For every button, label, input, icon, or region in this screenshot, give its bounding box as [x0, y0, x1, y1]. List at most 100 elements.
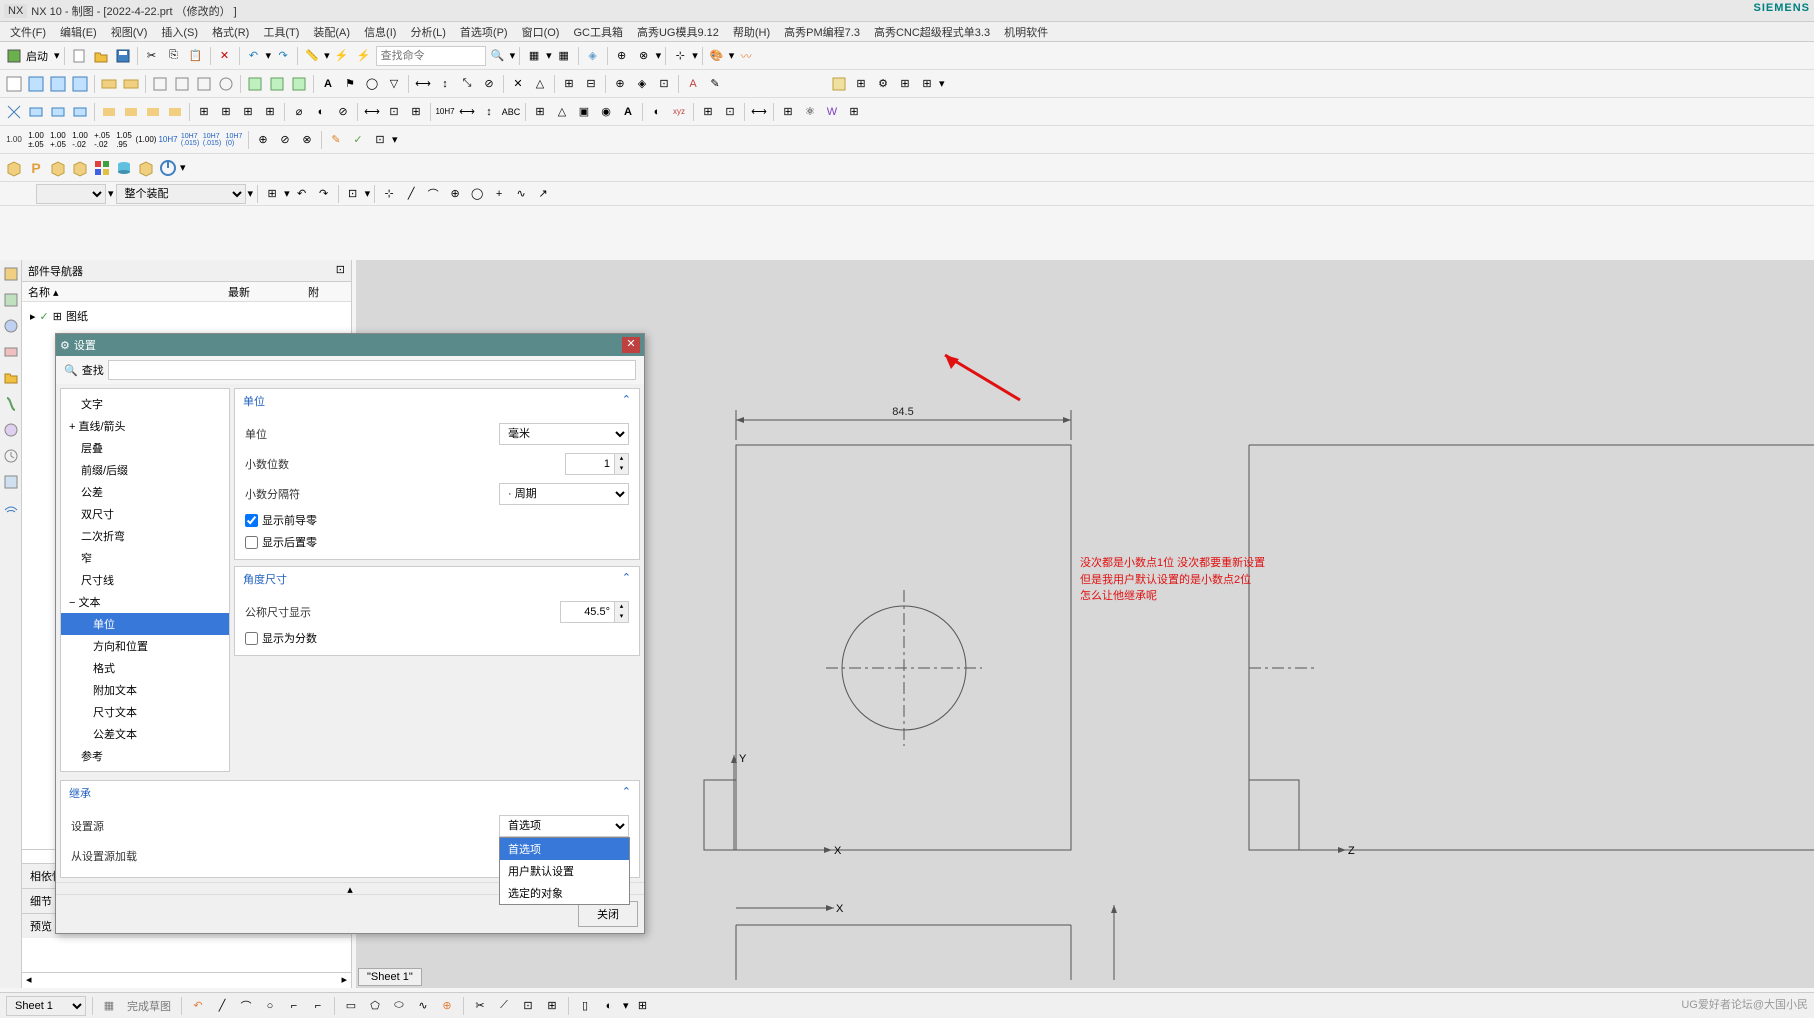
- dialog-titlebar[interactable]: ⚙设置 ✕: [56, 334, 644, 356]
- tree-jog[interactable]: 二次折弯: [61, 525, 229, 547]
- tb5-box-icon[interactable]: [4, 158, 24, 178]
- tb2-icon[interactable]: [70, 74, 90, 94]
- tb3-icon[interactable]: ABC: [501, 102, 521, 122]
- snap-icon[interactable]: ⊕: [612, 46, 632, 66]
- sb-icon[interactable]: ⊡: [518, 996, 538, 1016]
- layer-icon[interactable]: ◈: [583, 46, 603, 66]
- tb3-icon[interactable]: ⟷: [362, 102, 382, 122]
- tb2-icon[interactable]: [245, 74, 265, 94]
- trailzero-check[interactable]: 显示后置零: [245, 531, 629, 553]
- sheet-select[interactable]: Sheet 1: [6, 996, 86, 1016]
- tree-ref[interactable]: 参考: [61, 745, 229, 767]
- fraction-check[interactable]: 显示为分数: [245, 627, 629, 649]
- lightning2-icon[interactable]: ⚡: [354, 46, 374, 66]
- tb3-icon[interactable]: ◐: [311, 102, 331, 122]
- measure-icon[interactable]: 📏: [302, 46, 322, 66]
- tb2-icon[interactable]: ✕: [508, 74, 528, 94]
- dim-icon[interactable]: ⤡: [457, 74, 477, 94]
- tb3-icon[interactable]: [26, 102, 46, 122]
- tree-text[interactable]: 文字: [61, 393, 229, 415]
- grid2-icon[interactable]: ▦: [554, 46, 574, 66]
- tb3-icon[interactable]: ◐: [647, 102, 667, 122]
- tb3-icon[interactable]: ⊞: [260, 102, 280, 122]
- lightning-icon[interactable]: ⚡: [332, 46, 352, 66]
- rail-nav-icon[interactable]: [1, 262, 21, 286]
- dim-icon[interactable]: ⊘: [479, 74, 499, 94]
- spin-up[interactable]: ▴: [615, 602, 628, 612]
- tb2-icon[interactable]: ◈: [632, 74, 652, 94]
- snap2-icon[interactable]: ⊗: [634, 46, 654, 66]
- sb-icon[interactable]: ◐: [599, 996, 619, 1016]
- tree-format[interactable]: 格式: [61, 657, 229, 679]
- tb3-icon[interactable]: [121, 102, 141, 122]
- sb-icon[interactable]: ⬠: [365, 996, 385, 1016]
- tb3-icon[interactable]: ⊡: [720, 102, 740, 122]
- tb2-icon[interactable]: [26, 74, 46, 94]
- menu-preferences[interactable]: 首选项(P): [454, 22, 514, 42]
- rail-icon[interactable]: [1, 392, 21, 416]
- tb3-icon[interactable]: ⟷: [749, 102, 769, 122]
- tb4-tol-icon[interactable]: (1.00): [136, 130, 156, 150]
- tb2-icon[interactable]: ⊞: [895, 74, 915, 94]
- expand-icon[interactable]: ▸: [30, 310, 36, 323]
- wave-icon[interactable]: 〰: [736, 46, 756, 66]
- tb2-icon[interactable]: ⊞: [851, 74, 871, 94]
- open-icon[interactable]: [91, 46, 111, 66]
- tb6-icon[interactable]: ↗: [533, 184, 553, 204]
- leadzero-check[interactable]: 显示前导零: [245, 509, 629, 531]
- tb4-icon[interactable]: ⊡: [370, 130, 390, 150]
- decimal-spinner[interactable]: ▴▾: [565, 453, 629, 475]
- color-icon[interactable]: 🎨: [707, 46, 727, 66]
- tb6-icon[interactable]: ⊞: [262, 184, 282, 204]
- tree-stack[interactable]: 层叠: [61, 437, 229, 459]
- tb3-icon[interactable]: ⊞: [406, 102, 426, 122]
- rail-history-icon[interactable]: [1, 444, 21, 468]
- tree-tolerance[interactable]: 公差: [61, 481, 229, 503]
- menu-assembly[interactable]: 装配(A): [307, 22, 356, 42]
- tb3-icon[interactable]: ⊡: [384, 102, 404, 122]
- sb-icon[interactable]: ╱: [212, 996, 232, 1016]
- sb-icon[interactable]: ⌒: [236, 996, 256, 1016]
- trailzero-checkbox[interactable]: [245, 536, 258, 549]
- fraction-checkbox[interactable]: [245, 632, 258, 645]
- nominal-spinner[interactable]: ▴▾: [560, 601, 629, 623]
- tb6-icon[interactable]: ↷: [314, 184, 334, 204]
- dd-option-userdefault[interactable]: 用户默认设置: [500, 860, 629, 882]
- tb5-power-icon[interactable]: [158, 158, 178, 178]
- menu-tools[interactable]: 工具(T): [257, 22, 305, 42]
- tree-textgroup[interactable]: − 文本: [61, 591, 229, 613]
- tb4-icon[interactable]: ✓: [348, 130, 368, 150]
- col-name[interactable]: 名称 ▴: [28, 284, 228, 299]
- spin-up[interactable]: ▴: [615, 454, 628, 464]
- tree-dual[interactable]: 双尺寸: [61, 503, 229, 525]
- sheet-tab[interactable]: "Sheet 1": [358, 968, 422, 986]
- rail-icon[interactable]: [1, 314, 21, 338]
- tb3-icon[interactable]: [70, 102, 90, 122]
- dd-option-selected[interactable]: 选定的对象: [500, 882, 629, 904]
- rail-icon[interactable]: [1, 418, 21, 442]
- undo-icon[interactable]: ↶: [244, 46, 264, 66]
- menu-gaoxiu-cnc[interactable]: 高秀CNC超级程式单3.3: [868, 22, 996, 42]
- spin-down[interactable]: ▾: [615, 612, 628, 622]
- tb5-cylinder-icon[interactable]: [114, 158, 134, 178]
- tree-line-arrow[interactable]: + 直线/箭头: [61, 415, 229, 437]
- tree-orient[interactable]: 方向和位置: [61, 635, 229, 657]
- tb3-icon[interactable]: ⊞: [778, 102, 798, 122]
- rail-icon[interactable]: [1, 340, 21, 364]
- menu-view[interactable]: 视图(V): [105, 22, 154, 42]
- rail-folder-icon[interactable]: [1, 366, 21, 390]
- tb3-icon[interactable]: ⊞: [238, 102, 258, 122]
- sketch-icon[interactable]: ▦: [99, 996, 119, 1016]
- menu-gctoolbox[interactable]: GC工具箱: [567, 22, 629, 42]
- tb3-icon[interactable]: [4, 102, 24, 122]
- coord-icon[interactable]: ⊹: [670, 46, 690, 66]
- tb3-icon[interactable]: ⌀: [289, 102, 309, 122]
- tree-toltext[interactable]: 公差文本: [61, 723, 229, 745]
- tb5-p-icon[interactable]: P: [26, 158, 46, 178]
- tb3-icon[interactable]: ↕: [479, 102, 499, 122]
- menu-file[interactable]: 文件(F): [4, 22, 52, 42]
- section-unit-header[interactable]: 单位⌃: [235, 389, 639, 413]
- spin-down[interactable]: ▾: [615, 464, 628, 474]
- sb-icon[interactable]: ⟋: [494, 996, 514, 1016]
- sb-icon[interactable]: ↶: [188, 996, 208, 1016]
